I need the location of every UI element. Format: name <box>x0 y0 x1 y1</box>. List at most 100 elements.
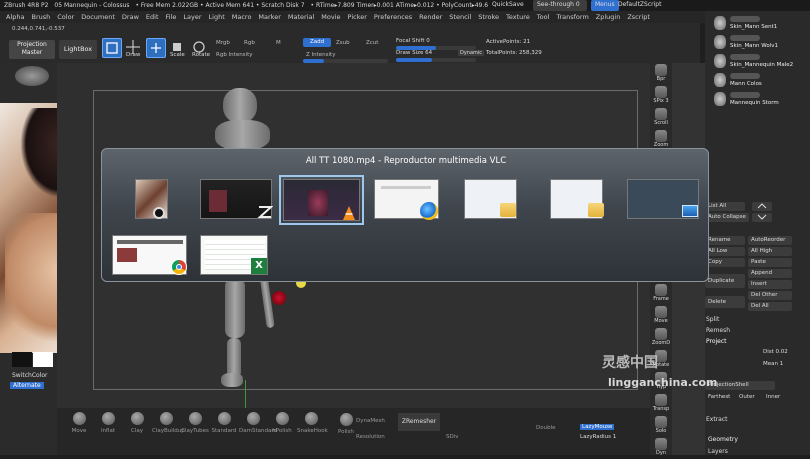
sdiv-slider[interactable]: SDiv <box>446 434 459 440</box>
visibility-toggle[interactable] <box>730 54 760 60</box>
zsub-button[interactable]: Zsub <box>336 40 350 46</box>
subtool-item[interactable]: Skin_Mannequin Male2 <box>712 52 807 71</box>
copy-button[interactable]: Copy <box>705 258 745 267</box>
del-all-button[interactable]: Del All <box>748 302 792 311</box>
secondary-color-swatch[interactable] <box>33 352 53 367</box>
visibility-toggle[interactable] <box>730 16 760 22</box>
brush-button[interactable]: Inflat <box>94 412 122 434</box>
menu-item[interactable]: Light <box>209 13 225 21</box>
resolution-slider[interactable]: Resolution <box>356 434 385 440</box>
menu-item[interactable]: Macro <box>232 13 252 21</box>
menu-item[interactable]: Alpha <box>6 13 24 21</box>
double-button[interactable]: Double <box>536 425 556 431</box>
menu-item[interactable]: Document <box>81 13 115 21</box>
visibility-toggle[interactable] <box>730 92 760 98</box>
lightbox-button[interactable]: LightBox <box>59 40 97 59</box>
arrow-down-button[interactable] <box>752 213 772 222</box>
delete-button[interactable]: Delete <box>705 296 745 308</box>
brush-button[interactable]: Standard <box>210 412 238 434</box>
auto-collapse-button[interactable]: Auto Collapse <box>705 213 749 222</box>
menu-item[interactable]: Texture <box>506 13 530 21</box>
append-button[interactable]: Append <box>748 269 792 278</box>
rgb-intensity-slider[interactable]: Rgb Intensity <box>216 52 253 58</box>
rename-button[interactable]: Rename <box>705 236 745 245</box>
menu-item[interactable]: Picker <box>348 13 367 21</box>
visibility-toggle[interactable] <box>730 35 760 41</box>
brush-preview-icon[interactable] <box>15 66 49 86</box>
all-high-button[interactable]: All High <box>748 247 792 256</box>
menu-item[interactable]: Movie <box>321 13 340 21</box>
brush-button[interactable]: ClayTubes <box>181 412 209 434</box>
projection-master-button[interactable]: Projection Master <box>9 40 55 59</box>
brush-button[interactable]: SnakeHook <box>297 412 328 434</box>
menu-item[interactable]: Edit <box>146 13 159 21</box>
menu-item[interactable]: Brush <box>31 13 50 21</box>
menu-item[interactable]: Transform <box>556 13 588 21</box>
arrow-up-button[interactable] <box>752 202 772 211</box>
autoreorder-button[interactable]: AutoReorder <box>748 236 792 245</box>
dist-slider[interactable]: Dist 0.02 <box>760 348 804 357</box>
dock-button[interactable]: ZoomD <box>650 328 672 349</box>
edit-button[interactable] <box>102 38 122 58</box>
lazyradius-slider[interactable]: LazyRadius 1 <box>580 434 616 440</box>
brush-button[interactable]: ClayBuildup <box>152 412 185 434</box>
mean-slider[interactable]: Mean 1 <box>760 360 804 369</box>
subtool-item[interactable]: Mannequin Storm <box>712 90 807 109</box>
dock-button[interactable]: Scroll <box>650 108 672 129</box>
dock-button[interactable]: Dyn <box>650 438 672 459</box>
dock-button[interactable]: Solo <box>650 416 672 437</box>
geometry-menu[interactable]: Geometry <box>708 436 738 443</box>
rgb-button[interactable]: Rgb <box>244 40 255 46</box>
mrgb-button[interactable]: Mrgb <box>216 40 230 46</box>
menu-item[interactable]: File <box>166 13 177 21</box>
all-low-button[interactable]: All Low <box>705 247 745 256</box>
draw-size-slider[interactable]: Draw Size 64 <box>396 50 432 56</box>
farthest-button[interactable]: Farthest <box>705 393 735 402</box>
zremesher-button[interactable]: ZRemesher <box>398 413 440 431</box>
del-other-button[interactable]: Del Other <box>748 291 792 300</box>
menu-item[interactable]: Zplugin <box>596 13 621 21</box>
menu-item[interactable]: Zscript <box>627 13 650 21</box>
default-zscript-button[interactable]: DefaultZScript <box>614 0 665 11</box>
quicksave-button[interactable]: QuickSave <box>488 0 528 11</box>
main-color-swatch[interactable] <box>12 352 32 367</box>
subtool-item[interactable]: Skin_Mann Wolv1 <box>712 33 807 52</box>
subtool-item[interactable]: Skin_Mann Sent1 <box>712 14 807 33</box>
menu-item[interactable]: Material <box>288 13 314 21</box>
dock-button[interactable]: Transp <box>650 394 672 415</box>
remesh-menu[interactable]: Remesh <box>706 327 730 334</box>
draw-size-track[interactable] <box>396 58 476 62</box>
menu-item[interactable]: Preferences <box>374 13 412 21</box>
menu-item[interactable]: Stencil <box>449 13 471 21</box>
move-button[interactable] <box>146 38 166 58</box>
z-intensity-slider[interactable]: Z Intensity <box>306 52 335 58</box>
zcut-button[interactable]: Zcut <box>366 40 378 46</box>
menu-item[interactable]: Stroke <box>478 13 499 21</box>
lazymouse-button[interactable]: LazyMouse <box>580 424 615 430</box>
project-menu[interactable]: Project <box>706 338 727 345</box>
menu-item[interactable]: Render <box>419 13 442 21</box>
subtool-item[interactable]: Mann Colos <box>712 71 807 90</box>
menu-item[interactable]: Color <box>57 13 74 21</box>
alternate-button[interactable]: Alternate <box>10 382 44 389</box>
list-all-button[interactable]: List All <box>705 202 745 211</box>
brush-button[interactable]: Clay <box>123 412 151 434</box>
menu-item[interactable]: Tool <box>537 13 550 21</box>
visibility-toggle[interactable] <box>730 73 760 79</box>
brush-button[interactable]: hPolish <box>268 412 296 434</box>
menu-item[interactable]: Marker <box>258 13 280 21</box>
dock-button[interactable]: SPix 3 <box>650 86 672 107</box>
brush-button[interactable]: Move <box>65 412 93 434</box>
switch-color-button[interactable]: SwitchColor <box>12 372 48 379</box>
m-button[interactable]: M <box>276 40 281 46</box>
outer-button[interactable]: Outer <box>736 393 762 402</box>
layers-menu[interactable]: Layers <box>708 448 728 455</box>
paste-button[interactable]: Paste <box>748 258 792 267</box>
menu-item[interactable]: Layer <box>183 13 201 21</box>
zadd-button[interactable]: Zadd <box>303 38 331 47</box>
insert-button[interactable]: Insert <box>748 280 792 289</box>
dock-button[interactable]: Bpr <box>650 64 672 85</box>
dock-button[interactable]: Move <box>650 306 672 327</box>
extract-menu[interactable]: Extract <box>706 416 728 423</box>
menu-item[interactable]: Draw <box>122 13 139 21</box>
